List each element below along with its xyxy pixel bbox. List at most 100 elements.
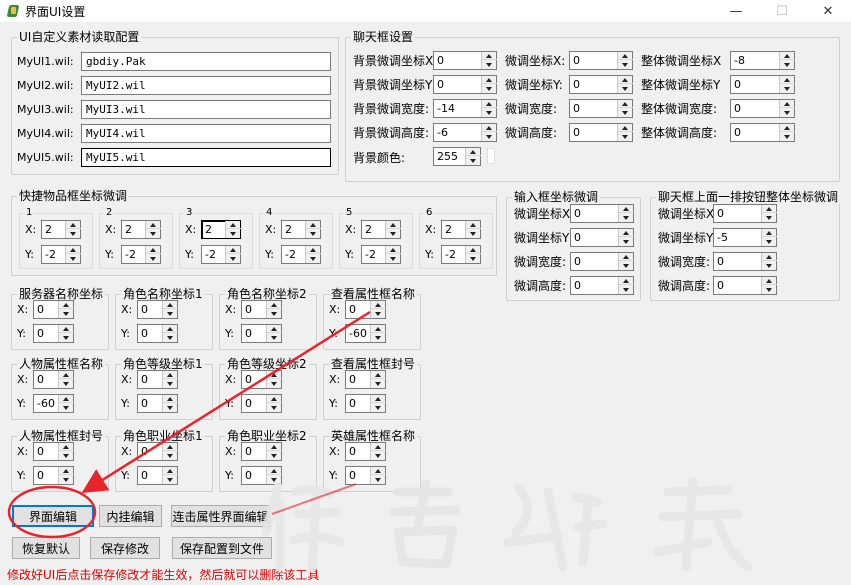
coord-group-11-y-spinner[interactable]: 0 bbox=[241, 466, 282, 485]
coord-group-11-y-label: Y: bbox=[225, 469, 234, 482]
coord-group-7-x-spinner[interactable]: 0 bbox=[241, 370, 282, 389]
myui1-input[interactable]: gbdiy.Pak bbox=[81, 52, 331, 71]
quick-slot-6-x-spinner[interactable]: 2 bbox=[441, 220, 481, 239]
myui2-label: MyUI2.wil: bbox=[17, 79, 74, 92]
coord-group-5-x-spinner[interactable]: 0 bbox=[33, 370, 74, 389]
quick-slot-4-y-spinner[interactable]: -2 bbox=[281, 245, 321, 264]
coord-group-2-x-spinner[interactable]: 0 bbox=[137, 300, 178, 319]
chat-total-width-spinner[interactable]: 0 bbox=[730, 99, 795, 118]
attr-edit-button[interactable]: 连击属性界面编辑 bbox=[171, 505, 270, 527]
save-changes-button[interactable]: 保存修改 bbox=[90, 537, 160, 559]
input-height-spinner[interactable]: 0 bbox=[570, 276, 634, 295]
quick-slot-1-x-label: X: bbox=[25, 223, 37, 236]
input-height-label: 微调高度: bbox=[514, 279, 567, 293]
coord-group-7-y-spinner[interactable]: 0 bbox=[241, 394, 282, 413]
coord-group-9-y-label: Y: bbox=[17, 469, 26, 482]
quick-slot-3-y-spinner[interactable]: -2 bbox=[201, 245, 241, 264]
myui3-input[interactable]: MyUI3.wil bbox=[81, 100, 331, 119]
quick-slot-5-x-spinner[interactable]: 2 bbox=[361, 220, 401, 239]
input-x-spinner[interactable]: 0 bbox=[570, 204, 634, 223]
chat-x-label: 微调坐标X: bbox=[505, 54, 566, 68]
quick-slot-2-x-spinner[interactable]: 2 bbox=[121, 220, 161, 239]
chat-total-x-spinner[interactable]: -8 bbox=[730, 51, 795, 70]
coord-group-5-y-spinner[interactable]: -60 bbox=[33, 394, 74, 413]
coord-group-6-x-spinner[interactable]: 0 bbox=[137, 370, 178, 389]
title-bar: 界面UI设置 — ☐ ✕ bbox=[0, 0, 851, 22]
coord-group-12-x-spinner[interactable]: 0 bbox=[345, 442, 386, 461]
coord-group-8-y-spinner[interactable]: 0 bbox=[345, 394, 386, 413]
save-config-button[interactable]: 保存配置到文件 bbox=[172, 537, 272, 559]
ui-edit-button[interactable]: 界面编辑 bbox=[12, 505, 94, 527]
chat-bg-height-spinner[interactable]: -6 bbox=[433, 123, 497, 142]
quick-slot-3-label: 3 bbox=[184, 207, 195, 219]
coord-group-1-y-label: Y: bbox=[17, 327, 26, 340]
coord-group-3-x-spinner[interactable]: 0 bbox=[241, 300, 282, 319]
coord-group-12-y-spinner[interactable]: 0 bbox=[345, 466, 386, 485]
coord-group-11-title: 角色职业坐标2 bbox=[225, 429, 309, 443]
coord-group-4-y-spinner[interactable]: -60 bbox=[345, 324, 386, 343]
chat-width-spinner[interactable]: 0 bbox=[569, 99, 633, 118]
coord-group-11-x-spinner[interactable]: 0 bbox=[241, 442, 282, 461]
restore-default-button[interactable]: 恢复默认 bbox=[12, 537, 80, 559]
coord-group-7-title: 角色等级坐标2 bbox=[225, 357, 309, 371]
chat-total-y-label: 整体微调坐标Y bbox=[641, 78, 721, 92]
coord-group-6-x-label: X: bbox=[121, 373, 133, 386]
coord-group-2-y-spinner[interactable]: 0 bbox=[137, 324, 178, 343]
plugin-edit-button[interactable]: 内挂编辑 bbox=[99, 505, 162, 527]
chat-bg-x-spinner[interactable]: 0 bbox=[433, 51, 497, 70]
coord-group-4-x-spinner[interactable]: 0 bbox=[345, 300, 386, 319]
quick-slot-5-y-spinner[interactable]: -2 bbox=[361, 245, 401, 264]
coord-group-10-y-spinner[interactable]: 0 bbox=[137, 466, 178, 485]
coord-group-1-y-spinner[interactable]: 0 bbox=[33, 324, 74, 343]
coord-group-10-x-label: X: bbox=[121, 445, 133, 458]
quick-slot-6-y-spinner[interactable]: -2 bbox=[441, 245, 481, 264]
coord-group-1-x-spinner[interactable]: 0 bbox=[33, 300, 74, 319]
chat-total-height-spinner[interactable]: 0 bbox=[730, 123, 795, 142]
quick-slot-4-x-spinner[interactable]: 2 bbox=[281, 220, 321, 239]
quick-slot-1-y-spinner[interactable]: -2 bbox=[41, 245, 81, 264]
quick-item-group-title: 快捷物品框坐标微调 bbox=[17, 189, 130, 203]
chatbtn-x-label: 微调坐标X bbox=[658, 207, 715, 221]
coord-group-5-x-label: X: bbox=[17, 373, 29, 386]
chat-total-y-spinner[interactable]: 0 bbox=[730, 75, 795, 94]
chat-bg-width-label: 背景微调宽度: bbox=[353, 102, 430, 116]
quick-slot-2-label: 2 bbox=[104, 207, 115, 219]
coord-group-6-y-spinner[interactable]: 0 bbox=[137, 394, 178, 413]
chat-height-spinner[interactable]: 0 bbox=[569, 123, 633, 142]
chat-total-x-label: 整体微调坐标X bbox=[641, 54, 722, 68]
coord-group-9-y-spinner[interactable]: 0 bbox=[33, 466, 74, 485]
minimize-button[interactable]: — bbox=[713, 0, 759, 22]
coord-group-1-title: 服务器名称坐标 bbox=[17, 287, 106, 301]
input-width-spinner[interactable]: 0 bbox=[570, 252, 634, 271]
quick-slot-3-x-spinner[interactable]: 2 bbox=[201, 220, 241, 239]
quick-slot-3-y-label: Y: bbox=[185, 248, 194, 261]
chatbtn-width-spinner[interactable]: 0 bbox=[713, 252, 777, 271]
quick-slot-1-y-label: Y: bbox=[25, 248, 34, 261]
close-button[interactable]: ✕ bbox=[805, 0, 851, 22]
coord-group-3-y-label: Y: bbox=[225, 327, 234, 340]
coord-group-8-x-spinner[interactable]: 0 bbox=[345, 370, 386, 389]
chat-bg-y-spinner[interactable]: 0 bbox=[433, 75, 497, 94]
quick-slot-3-x-label: X: bbox=[185, 223, 197, 236]
quick-slot-2-y-spinner[interactable]: -2 bbox=[121, 245, 161, 264]
coord-group-9-x-spinner[interactable]: 0 bbox=[33, 442, 74, 461]
quick-slot-6-label: 6 bbox=[424, 207, 435, 219]
myui4-input[interactable]: MyUI4.wil bbox=[81, 124, 331, 143]
input-y-spinner[interactable]: 0 bbox=[570, 228, 634, 247]
coord-group-10-x-spinner[interactable]: 0 bbox=[137, 442, 178, 461]
chatbtn-y-spinner[interactable]: -5 bbox=[713, 228, 777, 247]
maximize-button[interactable]: ☐ bbox=[759, 0, 805, 22]
chat-bg-width-spinner[interactable]: -14 bbox=[433, 99, 497, 118]
ui-resource-group-title: UI自定义素材读取配置 bbox=[17, 30, 142, 44]
myui2-input[interactable]: MyUI2.wil bbox=[81, 76, 331, 95]
chat-x-spinner[interactable]: 0 bbox=[569, 51, 633, 70]
quick-slot-1-x-spinner[interactable]: 2 bbox=[41, 220, 81, 239]
chatbtn-height-spinner[interactable]: 0 bbox=[713, 276, 777, 295]
coord-group-3-y-spinner[interactable]: 0 bbox=[241, 324, 282, 343]
myui5-input[interactable]: MyUI5.wil bbox=[81, 148, 331, 167]
chat-bg-color-spinner[interactable]: 255 bbox=[433, 147, 481, 166]
chat-buttons-group-title: 聊天框上面一排按钮整体坐标微调 bbox=[656, 190, 841, 204]
chat-bg-color-swatch[interactable] bbox=[487, 148, 495, 164]
chat-y-spinner[interactable]: 0 bbox=[569, 75, 633, 94]
chatbtn-x-spinner[interactable]: 0 bbox=[713, 204, 777, 223]
